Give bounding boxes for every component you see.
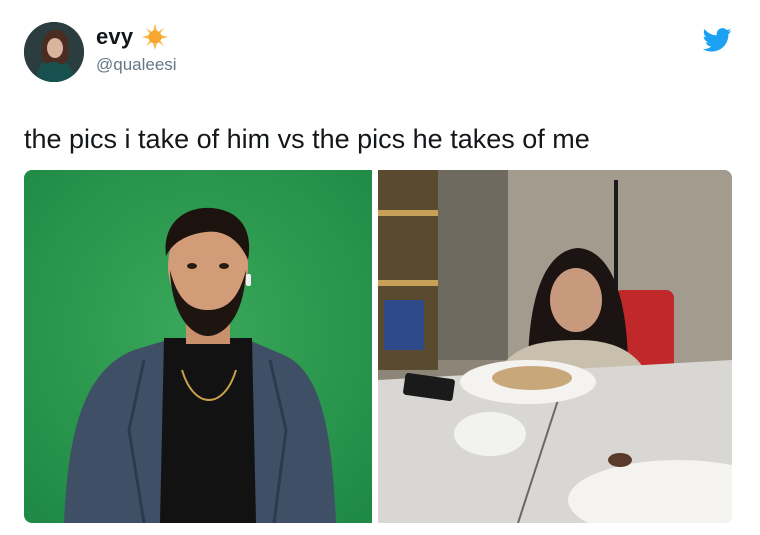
tweet-media[interactable] xyxy=(24,170,732,523)
tweet-text: the pics i take of him vs the pics he ta… xyxy=(24,124,590,154)
author-handle[interactable]: @qualeesi xyxy=(96,55,177,75)
sun-emoji-icon xyxy=(142,24,169,50)
avatar[interactable] xyxy=(24,22,84,82)
photo-left[interactable] xyxy=(24,170,372,523)
photo-right[interactable] xyxy=(378,170,732,523)
tweet-card: evy @qualeesi the pics i take of him vs … xyxy=(0,0,760,535)
author-display-name[interactable]: evy xyxy=(96,24,133,50)
twitter-bird-icon[interactable] xyxy=(702,28,732,52)
author-info: evy @qualeesi xyxy=(96,22,177,75)
